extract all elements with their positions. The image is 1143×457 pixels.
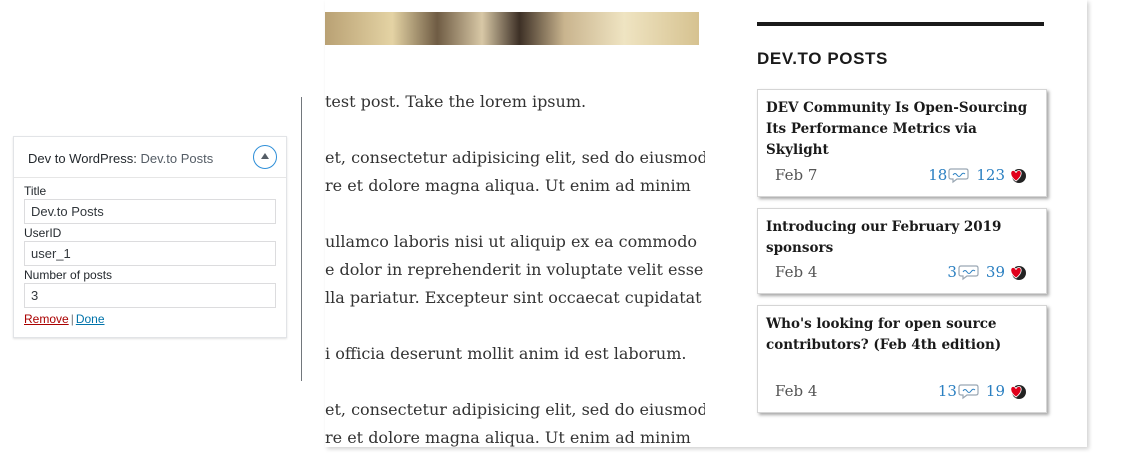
post-line: et, consectetur adipisicing elit, sed do… [325, 400, 705, 419]
post-card-title[interactable]: Who's looking for open source contributo… [766, 314, 1038, 356]
action-separator: | [70, 312, 74, 326]
post-line: lla pariatur. Excepteur sint occaecat cu… [325, 288, 702, 307]
comment-icon [958, 383, 979, 399]
sidebar-widget-title: DEV.TO POSTS [757, 49, 888, 68]
comments-count[interactable]: 3 [947, 263, 957, 281]
post-date: Feb 4 [775, 263, 818, 281]
title-field-label: Title [24, 184, 47, 198]
remove-link[interactable]: Remove [24, 312, 69, 326]
post-card: DEV Community Is Open-Sourcing Its Perfo… [757, 89, 1047, 197]
comment-icon [958, 264, 979, 280]
widget-top-rule [757, 22, 1044, 26]
number-of-posts-field-label: Number of posts [24, 268, 113, 282]
number-of-posts-input[interactable] [24, 283, 276, 308]
widget-title-prefix: Dev to WordPress: [28, 151, 137, 166]
post-line: re et dolore magna aliqua. Ut enim ad mi… [325, 428, 691, 447]
userid-field-label: UserID [24, 226, 62, 240]
post-card-meta: Feb 4 3 39 [775, 263, 1028, 285]
post-line: re et dolore magna aliqua. Ut enim ad mi… [325, 176, 691, 195]
panel-divider [301, 97, 302, 381]
post-card-title[interactable]: DEV Community Is Open-Sourcing Its Perfo… [766, 98, 1038, 161]
comments-count[interactable]: 18 [928, 166, 947, 184]
post-stats: 13 19 [938, 382, 1028, 400]
collapse-toggle-icon[interactable] [253, 145, 277, 169]
site-preview: test post. Take the lorem ipsum. et, con… [325, 0, 1087, 447]
post-line: et, consectetur adipisicing elit, sed do… [325, 148, 705, 167]
post-content: test post. Take the lorem ipsum. et, con… [325, 88, 705, 447]
post-line: test post. Take the lorem ipsum. [325, 92, 587, 111]
post-stats: 18 123 [928, 166, 1028, 184]
post-card: Who's looking for open source contributo… [757, 305, 1047, 413]
post-card-meta: Feb 4 13 19 [775, 382, 1028, 404]
post-featured-image [325, 12, 699, 45]
widget-form: Title UserID Number of posts Remove|Done [14, 178, 286, 326]
sidebar-widget: DEV.TO POSTS DEV Community Is Open-Sourc… [757, 22, 1047, 413]
post-line: e dolor in reprehenderit in voluptate ve… [325, 260, 704, 279]
heart-icon [1010, 168, 1026, 183]
title-input[interactable] [24, 199, 276, 224]
post-card-meta: Feb 7 18 123 [775, 166, 1028, 188]
post-line: ullamco laboris nisi ut aliquip ex ea co… [325, 232, 698, 251]
widget-actions: Remove | Done [24, 312, 276, 326]
post-date: Feb 7 [775, 166, 818, 184]
userid-input[interactable] [24, 241, 276, 266]
reactions-count[interactable]: 123 [976, 166, 1005, 184]
done-link[interactable]: Done [76, 312, 105, 326]
widget-header[interactable]: Dev to WordPress: Dev.to Posts [14, 137, 286, 178]
reactions-count[interactable]: 19 [986, 382, 1005, 400]
reactions-count[interactable]: 39 [986, 263, 1005, 281]
post-line: i officia deserunt mollit anim id est la… [325, 344, 687, 363]
post-card-title[interactable]: Introducing our February 2019 sponsors [766, 217, 1038, 259]
heart-icon [1010, 265, 1026, 280]
widget-title-name: Dev.to Posts [140, 151, 214, 166]
comments-count[interactable]: 13 [938, 382, 957, 400]
widget-settings-panel: Dev to WordPress: Dev.to Posts Title Use… [13, 136, 287, 338]
post-stats: 3 39 [947, 263, 1028, 281]
comment-icon [948, 167, 969, 183]
post-date: Feb 4 [775, 382, 818, 400]
heart-icon [1010, 384, 1026, 399]
post-card: Introducing our February 2019 sponsors F… [757, 208, 1047, 294]
